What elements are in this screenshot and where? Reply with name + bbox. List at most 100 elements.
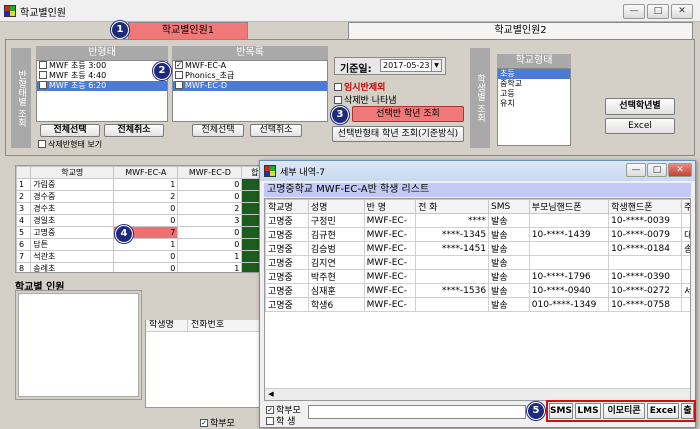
- popup-excel-button[interactable]: Excel: [647, 403, 679, 419]
- school-people-list[interactable]: [15, 290, 142, 400]
- show-deleted-type-check[interactable]: 삭제반형태 보기: [38, 139, 102, 150]
- lms-button[interactable]: LMS: [575, 403, 601, 419]
- school-people-listbox[interactable]: [18, 293, 139, 397]
- col-header[interactable]: 학교명: [30, 166, 115, 179]
- table-row[interactable]: 고명중 심재훈 MWF-EC- ****-1536 발송 10-****-0940 10-*…: [265, 283, 690, 298]
- table-row[interactable]: 3경수초022: [16, 202, 264, 215]
- emoticon-button[interactable]: 이모티콘: [603, 403, 645, 419]
- ban-type-item[interactable]: MWF 초등 4:40: [37, 70, 167, 81]
- cell: 발송: [488, 213, 530, 228]
- table-row[interactable]: 8송례초011: [16, 262, 264, 272]
- message-input[interactable]: [308, 405, 526, 419]
- minimize-button[interactable]: —: [623, 4, 645, 19]
- window-title: 학교별인원: [20, 8, 66, 19]
- checkbox-icon[interactable]: [334, 95, 342, 104]
- cell: 석관초: [30, 250, 115, 263]
- col-header[interactable]: 학교명: [265, 199, 309, 214]
- ban-type-item[interactable]: MWF 초등 3:00: [37, 60, 167, 71]
- selected-grade-button[interactable]: 선택학년별: [605, 98, 675, 115]
- date-picker[interactable]: 2017-05-23 ▼: [380, 59, 442, 72]
- ban-list-item[interactable]: ✓ MWF-EC-A: [173, 60, 327, 71]
- col-header[interactable]: 반 명: [363, 199, 417, 214]
- col-header[interactable]: 전화번호: [188, 319, 248, 331]
- col-header[interactable]: [16, 166, 32, 179]
- checkbox-icon[interactable]: [39, 60, 47, 69]
- checkbox-icon[interactable]: [39, 70, 47, 79]
- checkbox-icon[interactable]: [266, 416, 274, 425]
- ban-list-item[interactable]: ✓ MWF-EC-D: [173, 80, 327, 91]
- student-table-spacer: [145, 308, 263, 320]
- sms-button[interactable]: SMS: [549, 403, 573, 419]
- school-table: 학교명 MWF-EC-A MWF-EC-D 합 계 1가림중101 2경수중20…: [16, 166, 264, 272]
- table-row[interactable]: 2경수중202: [16, 190, 264, 203]
- table-row[interactable]: 고명중김승범MWF-EC-****-1451발송 10-****-0184송: [265, 241, 690, 256]
- col-header[interactable]: 성명: [307, 199, 365, 214]
- school-type-list[interactable]: 초등 중학교 고등 유치: [497, 68, 571, 146]
- cell: 김규현: [307, 227, 365, 242]
- checkbox-checked-icon[interactable]: ✓: [175, 60, 183, 69]
- ban-list-item[interactable]: Phonics_초급: [173, 70, 327, 81]
- checkbox-checked-icon[interactable]: ✓: [39, 80, 47, 89]
- school-type-item[interactable]: 유치: [498, 99, 570, 109]
- checkbox-icon[interactable]: [38, 139, 46, 148]
- ban-type-select-all-button[interactable]: 전체선택: [40, 124, 100, 137]
- cell: 0: [113, 202, 179, 215]
- table-row[interactable]: 7석관초011: [16, 250, 264, 263]
- tab-school-people-2[interactable]: 학교별인원2: [348, 22, 693, 39]
- table-row[interactable]: 5고명중707: [16, 226, 264, 239]
- maximize-button[interactable]: □: [647, 4, 669, 19]
- table-row[interactable]: 고명중 김규현 MWF-EC- ****-1345 발송 10-****-1439 10-*…: [265, 227, 690, 242]
- table-row[interactable]: 고명중 김지연 MWF-EC- 발송: [265, 255, 690, 270]
- popup-minimize-button[interactable]: —: [626, 163, 646, 177]
- checkbox-checked-icon[interactable]: ✓: [266, 405, 274, 414]
- table-row[interactable]: 고명중 박주현 MWF-EC- 발송 10-****-1796 10-****-0390: [265, 269, 690, 284]
- checkbox-checked-icon[interactable]: ✓: [175, 80, 183, 89]
- table-row[interactable]: 4경일초033: [16, 214, 264, 227]
- selected-grade-query-button[interactable]: 선택반 학년 조회: [352, 106, 464, 122]
- ban-list[interactable]: ✓ MWF-EC-A Phonics_초급 ✓ MWF-EC-D: [172, 60, 328, 122]
- col-header[interactable]: 학생명: [146, 319, 188, 331]
- ban-type-item[interactable]: ✓ MWF 초등 6:20: [37, 80, 167, 91]
- col-header[interactable]: 전 화: [415, 199, 490, 214]
- popup-maximize-button[interactable]: □: [647, 163, 667, 177]
- parent-check[interactable]: ✓ 학부모: [200, 416, 235, 429]
- col-header[interactable]: 주: [681, 199, 690, 214]
- ban-list-select-all-button[interactable]: 전체선택: [192, 124, 244, 137]
- col-header[interactable]: MWF-EC-A: [113, 166, 179, 179]
- marker-3: 3: [331, 106, 349, 124]
- cell: [528, 241, 610, 256]
- chevron-down-icon[interactable]: ▼: [431, 60, 441, 71]
- table-row[interactable]: 6담튼101: [16, 238, 264, 251]
- school-type-item[interactable]: 중학교: [498, 79, 570, 89]
- col-header[interactable]: SMS: [488, 199, 530, 214]
- checkbox-checked-icon[interactable]: ✓: [200, 418, 208, 427]
- checkbox-icon[interactable]: [175, 70, 183, 79]
- close-button[interactable]: ✕: [671, 4, 693, 19]
- col-header[interactable]: MWF-EC-D: [177, 166, 243, 179]
- show-deleted-class-check[interactable]: 삭제반 나타냄: [334, 93, 397, 106]
- ban-list-deselect-button[interactable]: 선택취소: [250, 124, 302, 137]
- tab-school-people-1[interactable]: 학교별인원1: [128, 22, 248, 39]
- print-button[interactable]: 출: [681, 403, 694, 419]
- table-row[interactable]: 고명중 구정민 MWF-EC- **** 발송 10-****-0039: [265, 213, 690, 228]
- col-header[interactable]: 부모님핸드폰: [528, 199, 610, 214]
- school-type-item[interactable]: 고등: [498, 89, 570, 99]
- table-row[interactable]: 고명중 학생6 MWF-EC- 발송 010-****-1349 10-****-0758: [265, 297, 690, 312]
- cell: [681, 297, 690, 312]
- popup-close-button[interactable]: ✕: [668, 163, 692, 177]
- table-row[interactable]: 1가림중101: [16, 178, 264, 191]
- popup-student-check[interactable]: 학 생: [266, 414, 295, 427]
- checkbox-icon[interactable]: [334, 82, 342, 91]
- grade-by-class-type-button[interactable]: 선택반형태 학년 조회(기준방식): [332, 126, 464, 142]
- cell: 송례초: [30, 262, 115, 272]
- ban-type-list[interactable]: MWF 초등 3:00 MWF 초등 4:40 ✓ MWF 초등 6:20: [36, 60, 168, 122]
- scroll-left-icon[interactable]: ◀: [265, 389, 277, 400]
- col-header[interactable]: 학생핸드폰: [608, 199, 683, 214]
- exclude-temp-check[interactable]: 임시반제외: [334, 80, 385, 93]
- school-type-item[interactable]: 초등: [498, 69, 570, 79]
- cell: 구정민: [307, 213, 365, 228]
- ban-type-deselect-all-button[interactable]: 전체취소: [104, 124, 164, 137]
- cell: 경일초: [30, 214, 115, 227]
- horizontal-scrollbar[interactable]: ◀: [265, 388, 690, 400]
- excel-button[interactable]: Excel: [605, 118, 675, 134]
